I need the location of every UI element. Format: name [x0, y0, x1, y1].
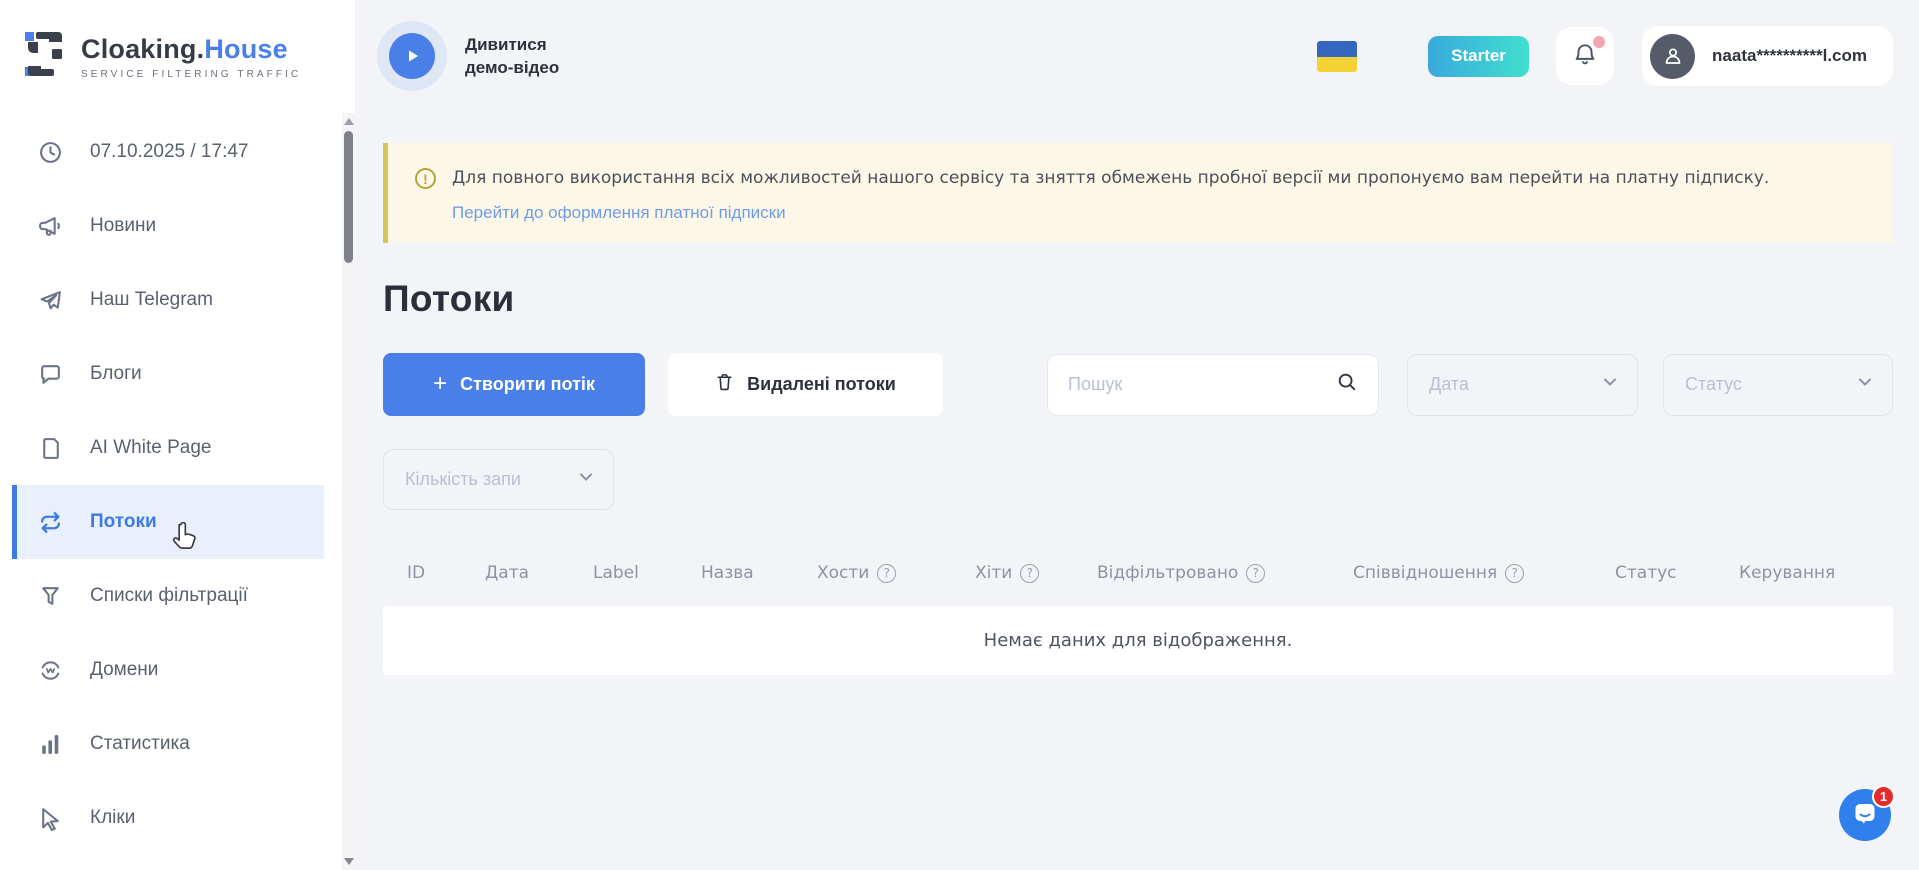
sidebar-item-datetime: 07.10.2025 / 17:47: [12, 115, 324, 189]
app-root: Cloaking.House SERVICE FILTERING TRAFFIC…: [0, 0, 1919, 870]
logo[interactable]: Cloaking.House SERVICE FILTERING TRAFFIC: [0, 0, 355, 83]
help-icon[interactable]: [1246, 564, 1265, 583]
help-icon[interactable]: [877, 564, 896, 583]
search-input[interactable]: [1068, 374, 1336, 395]
page-title: Потоки: [383, 278, 1893, 320]
sidebar: Cloaking.House SERVICE FILTERING TRAFFIC…: [0, 0, 355, 870]
sidebar-scrollbar[interactable]: [342, 113, 355, 870]
table-header: ID Дата Label Назва Хости Хіти Відфільтр…: [383, 551, 1893, 595]
language-flag-icon[interactable]: [1317, 41, 1357, 72]
play-icon[interactable]: [389, 33, 435, 79]
logo-title-primary: Cloaking.: [81, 34, 204, 64]
trial-warning-banner: ! Для повного використання всіх можливос…: [383, 143, 1893, 243]
mouse-pointer-hand-cursor: [169, 522, 199, 561]
user-menu[interactable]: naata**********l.com: [1642, 26, 1893, 86]
chevron-down-icon: [1857, 374, 1873, 395]
sidebar-item-telegram[interactable]: Наш Telegram: [12, 263, 324, 337]
per-page-dropdown[interactable]: Кількість запи: [383, 449, 614, 510]
column-header-id: ID: [407, 563, 485, 583]
scrollbar-up-arrow[interactable]: [344, 118, 354, 125]
deleted-streams-button[interactable]: Видалені потоки: [668, 353, 943, 416]
chat-launcher-button[interactable]: 1: [1839, 789, 1891, 841]
user-email: naata**********l.com: [1712, 46, 1867, 66]
chevron-down-icon: [1602, 374, 1618, 395]
sidebar-item-streams[interactable]: Потоки: [12, 485, 324, 559]
sidebar-item-label: Списки фільтрації: [90, 585, 248, 607]
sidebar-item-ai-white-page[interactable]: AI White Page: [12, 411, 324, 485]
clock-icon: [37, 140, 64, 165]
bar-chart-icon: [37, 732, 64, 757]
main-content: Дивитися демо-відео Starter na: [355, 0, 1919, 870]
chevron-down-icon: [578, 469, 594, 490]
search-icon[interactable]: [1336, 371, 1358, 398]
column-header-name: Назва: [701, 563, 817, 583]
sidebar-item-label: Новини: [90, 215, 156, 237]
sidebar-item-news[interactable]: Новини: [12, 189, 324, 263]
status-filter-dropdown[interactable]: Статус: [1663, 354, 1893, 416]
logo-tagline: SERVICE FILTERING TRAFFIC: [81, 69, 301, 80]
chat-bubble-icon: [37, 362, 64, 387]
notifications-button[interactable]: [1556, 27, 1614, 85]
plan-badge[interactable]: Starter: [1428, 36, 1529, 77]
date-filter-dropdown[interactable]: Дата: [1407, 354, 1638, 416]
sidebar-item-domains[interactable]: Домени: [12, 633, 324, 707]
table-empty-state: Немає даних для відображення.: [383, 606, 1893, 675]
trash-icon: [715, 372, 734, 397]
demo-video-label: Дивитися демо-відео: [465, 33, 593, 79]
banner-text: Для повного використання всіх можливосте…: [452, 165, 1769, 191]
funnel-icon: [37, 584, 64, 609]
avatar: [1650, 34, 1695, 79]
scrollbar-down-arrow[interactable]: [344, 858, 354, 865]
plus-icon: +: [433, 372, 447, 396]
column-header-status: Статус: [1615, 563, 1739, 583]
create-stream-button[interactable]: + Створити потік: [383, 353, 645, 416]
sidebar-item-label: Потоки: [90, 511, 157, 533]
sidebar-nav: 07.10.2025 / 17:47 Новини Наш Telegram Б…: [0, 115, 355, 855]
sidebar-item-clicks[interactable]: Кліки: [12, 781, 324, 855]
toolbar-secondary: Кількість запи: [383, 449, 1893, 510]
topbar-right: Starter naata**********l.com: [1317, 26, 1893, 86]
column-header-filtered: Відфільтровано: [1097, 563, 1353, 583]
sidebar-item-label: Блоги: [90, 363, 142, 385]
column-header-hits: Хіти: [975, 563, 1097, 583]
cursor-icon: [37, 806, 64, 831]
notification-dot: [1593, 36, 1605, 48]
upgrade-subscription-link[interactable]: Перейти до оформлення платної підписки: [452, 203, 786, 223]
help-icon[interactable]: [1020, 564, 1039, 583]
telegram-icon: [37, 288, 64, 313]
toolbar: + Створити потік Видалені потоки Дата: [383, 353, 1893, 416]
column-header-manage: Керування: [1739, 563, 1869, 583]
column-header-date: Дата: [485, 563, 593, 583]
sidebar-item-statistics[interactable]: Статистика: [12, 707, 324, 781]
topbar: Дивитися демо-відео Starter na: [383, 16, 1893, 96]
demo-video-button[interactable]: Дивитися демо-відео: [383, 33, 593, 79]
sidebar-item-label: Домени: [90, 659, 158, 681]
page-icon: [37, 436, 64, 461]
sidebar-item-label: Кліки: [90, 807, 135, 829]
streams-icon: [37, 510, 64, 535]
sidebar-item-label: 07.10.2025 / 17:47: [90, 141, 248, 163]
column-header-hosts: Хости: [817, 563, 975, 583]
search-field: [1047, 354, 1379, 416]
logo-text: Cloaking.House SERVICE FILTERING TRAFFIC: [81, 34, 301, 80]
sidebar-item-label: Наш Telegram: [90, 289, 213, 311]
sidebar-item-blogs[interactable]: Блоги: [12, 337, 324, 411]
scrollbar-thumb[interactable]: [344, 131, 353, 263]
cloaking-house-logo-icon: [25, 30, 65, 83]
sidebar-item-filter-lists[interactable]: Списки фільтрації: [12, 559, 324, 633]
chat-unread-badge: 1: [1872, 785, 1895, 808]
megaphone-icon: [37, 214, 64, 239]
column-header-label: Label: [593, 563, 701, 583]
sidebar-item-label: AI White Page: [90, 437, 211, 459]
logo-title-accent: House: [204, 34, 288, 64]
help-icon[interactable]: [1505, 564, 1524, 583]
warning-icon: !: [415, 168, 436, 189]
column-header-ratio: Співвідношення: [1353, 563, 1615, 583]
sidebar-item-label: Статистика: [90, 733, 190, 755]
globe-w-icon: [37, 658, 64, 683]
